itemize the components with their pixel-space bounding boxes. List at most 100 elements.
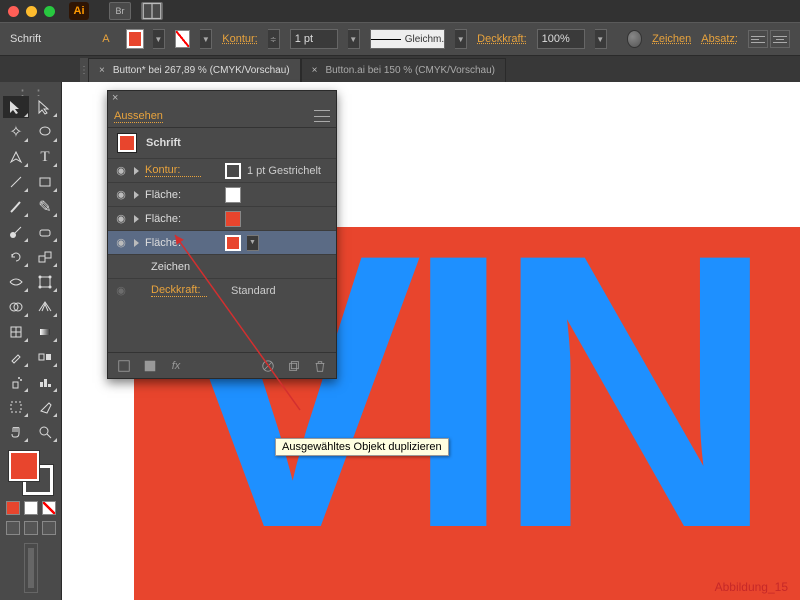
document-tab-active[interactable]: × Button* bei 267,89 % (CMYK/Vorschau): [88, 58, 301, 82]
bridge-button[interactable]: Br: [109, 2, 131, 20]
zeichen-link[interactable]: Zeichen: [652, 33, 691, 45]
color-mode[interactable]: [6, 501, 20, 515]
eyedropper-tool[interactable]: [3, 346, 29, 368]
fill-swatch-icon[interactable]: [225, 235, 241, 251]
stroke-dropdown[interactable]: ▼: [200, 29, 212, 49]
column-graph-tool[interactable]: [32, 371, 58, 393]
appearance-row-fill-2[interactable]: ◉ Fläche:: [108, 206, 336, 230]
opacity-input[interactable]: [537, 29, 585, 49]
expand-icon[interactable]: [134, 191, 139, 199]
minimize-window[interactable]: [26, 6, 37, 17]
opacity-link[interactable]: Deckkraft:: [477, 33, 527, 45]
kontur-link[interactable]: Kontur:: [222, 33, 257, 45]
tooltip: Ausgewähltes Objekt duplizieren: [275, 438, 449, 456]
appearance-row-opacity[interactable]: ◉ Deckkraft: Standard: [108, 278, 336, 302]
stroke-weight-input[interactable]: [290, 29, 338, 49]
blob-brush-tool[interactable]: [3, 221, 29, 243]
document-tab-inactive[interactable]: × Button.ai bei 150 % (CMYK/Vorschau): [301, 58, 506, 82]
panel-close-icon[interactable]: ×: [112, 92, 118, 104]
selection-tool[interactable]: [3, 96, 29, 118]
panel-menu-icon[interactable]: [314, 110, 330, 122]
row-label[interactable]: Deckkraft:: [151, 284, 207, 297]
appearance-row-fill-3-selected[interactable]: ◉ Fläche: ▼: [108, 230, 336, 254]
pen-tool[interactable]: [3, 146, 29, 168]
eraser-tool[interactable]: [32, 221, 58, 243]
swatch-dropdown-icon[interactable]: ▼: [247, 235, 259, 251]
fill-dropdown[interactable]: ▼: [153, 29, 165, 49]
stroke-swatch[interactable]: [175, 30, 191, 48]
hand-tool[interactable]: [3, 421, 29, 443]
recolor-artwork-icon[interactable]: [627, 30, 643, 48]
paintbrush-tool[interactable]: [3, 196, 29, 218]
draw-behind[interactable]: [24, 521, 38, 535]
stroke-weight-stepper[interactable]: ≑: [268, 29, 280, 49]
zoom-window[interactable]: [44, 6, 55, 17]
stroke-profile[interactable]: Gleichm.: [370, 29, 445, 49]
fx-button[interactable]: fx: [168, 358, 184, 374]
close-window[interactable]: [8, 6, 19, 17]
none-mode[interactable]: [42, 501, 56, 515]
panel-tab-aussehen[interactable]: Aussehen: [114, 110, 163, 123]
direct-selection-tool[interactable]: [32, 96, 58, 118]
text-tool-indicator-icon: A: [95, 28, 117, 50]
line-tool[interactable]: [3, 171, 29, 193]
free-transform-tool[interactable]: [32, 271, 58, 293]
zoom-tool[interactable]: [32, 421, 58, 443]
fill-stroke-control[interactable]: [9, 451, 53, 495]
new-art-basic-icon[interactable]: [116, 358, 132, 374]
delete-item-icon[interactable]: [312, 358, 328, 374]
scale-tool[interactable]: [32, 246, 58, 268]
gradient-mode[interactable]: [24, 501, 38, 515]
fill-swatch-icon[interactable]: [225, 187, 241, 203]
magic-wand-tool[interactable]: ✧: [3, 121, 29, 143]
appearance-panel[interactable]: × Aussehen Schrift ◉ Kontur: 1 pt Gestri…: [107, 90, 337, 379]
visibility-icon[interactable]: ◉: [114, 188, 128, 202]
slice-tool[interactable]: [32, 396, 58, 418]
expand-icon[interactable]: [134, 167, 139, 175]
clear-appearance-icon[interactable]: [260, 358, 276, 374]
width-tool[interactable]: [3, 271, 29, 293]
absatz-link[interactable]: Absatz:: [701, 33, 738, 45]
close-tab-icon[interactable]: ×: [312, 65, 318, 76]
rectangle-tool[interactable]: [32, 171, 58, 193]
mesh-tool[interactable]: [3, 321, 29, 343]
visibility-icon[interactable]: ◉: [114, 212, 128, 226]
fill-swatch-icon[interactable]: [225, 211, 241, 227]
pencil-tool[interactable]: ✎: [32, 196, 58, 218]
artboard-tool[interactable]: [3, 396, 29, 418]
duplicate-item-icon[interactable]: [286, 358, 302, 374]
stroke-weight-dropdown[interactable]: ▼: [348, 29, 360, 49]
opacity-dropdown[interactable]: ▼: [595, 29, 607, 49]
align-left-button[interactable]: [748, 30, 768, 48]
expand-icon[interactable]: [134, 239, 139, 247]
align-center-button[interactable]: [770, 30, 790, 48]
fill-box[interactable]: [9, 451, 39, 481]
draw-inside[interactable]: [42, 521, 56, 535]
stroke-swatch-icon[interactable]: [225, 163, 241, 179]
gradient-tool[interactable]: [32, 321, 58, 343]
blend-tool[interactable]: [32, 346, 58, 368]
new-art-maintain-icon[interactable]: [142, 358, 158, 374]
arrange-documents-button[interactable]: [141, 2, 163, 20]
fill-swatch[interactable]: [127, 30, 143, 48]
visibility-icon[interactable]: ◉: [114, 164, 128, 178]
appearance-row-kontur[interactable]: ◉ Kontur: 1 pt Gestrichelt: [108, 158, 336, 182]
perspective-grid-tool[interactable]: [32, 296, 58, 318]
stroke-profile-dropdown[interactable]: ▼: [455, 29, 467, 49]
expand-icon[interactable]: [134, 215, 139, 223]
row-label: Fläche:: [145, 237, 201, 249]
draw-normal[interactable]: [6, 521, 20, 535]
tabrow-handle[interactable]: ⋮: [80, 58, 88, 82]
visibility-icon[interactable]: ◉: [114, 284, 128, 298]
shape-builder-tool[interactable]: [3, 296, 29, 318]
appearance-row-zeichen[interactable]: Zeichen: [108, 254, 336, 278]
rotate-tool[interactable]: [3, 246, 29, 268]
symbol-sprayer-tool[interactable]: [3, 371, 29, 393]
screen-mode-button[interactable]: [24, 543, 38, 593]
row-label[interactable]: Kontur:: [145, 164, 201, 177]
lasso-tool[interactable]: [32, 121, 58, 143]
visibility-icon[interactable]: ◉: [114, 236, 128, 250]
close-tab-icon[interactable]: ×: [99, 65, 105, 76]
type-tool[interactable]: T: [32, 146, 58, 168]
appearance-row-fill-1[interactable]: ◉ Fläche:: [108, 182, 336, 206]
